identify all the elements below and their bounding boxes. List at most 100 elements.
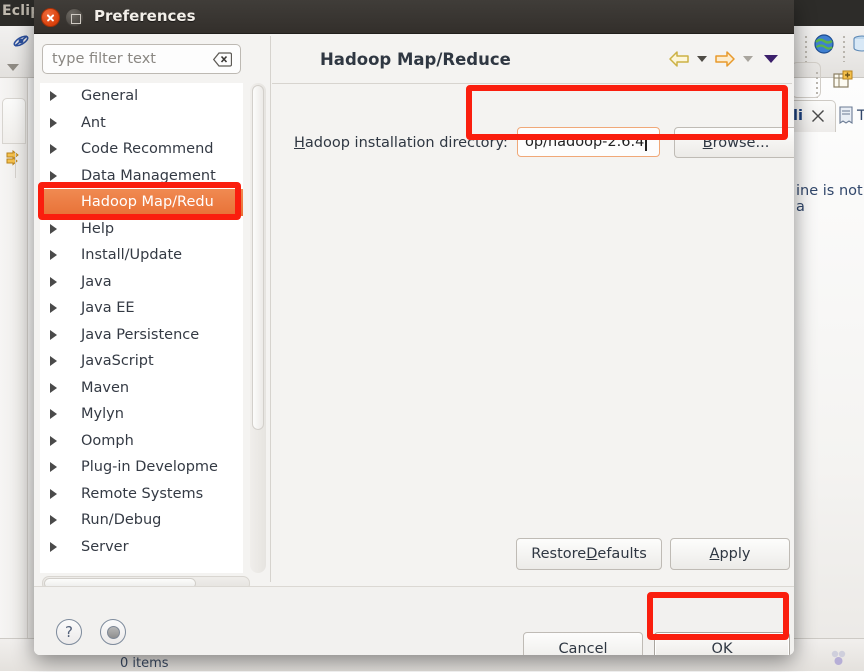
toolbar-dropdown-icon[interactable] <box>7 64 19 71</box>
tree-item-label: Help <box>81 220 115 237</box>
tree-item-remote-systems[interactable]: Remote Systems <box>40 481 243 508</box>
expand-arrow-icon[interactable] <box>50 515 57 526</box>
maximize-icon[interactable] <box>65 8 84 27</box>
hadoop-directory-label: Hadoop installation directory: <box>294 135 508 151</box>
tree-item-hadoop-map-reduce[interactable]: Hadoop Map/Redu <box>40 189 243 216</box>
text-cursor <box>645 133 647 151</box>
browse-button[interactable]: Browse... <box>674 127 794 158</box>
editor-tab2-label: T <box>857 108 864 124</box>
status-item-count: 0 items <box>120 656 169 671</box>
tree-item-label: Mylyn <box>81 406 124 423</box>
filter-input-wrapper[interactable]: type filter text <box>42 44 241 74</box>
tree-item-label: Java Persistence <box>81 326 200 343</box>
preferences-tree[interactable]: General Ant Code Recommend Data Manageme… <box>40 83 243 573</box>
tree-item-maven[interactable]: Maven <box>40 375 243 402</box>
tree-item-label: Java <box>81 273 112 290</box>
tree-item-ant[interactable]: Ant <box>40 110 243 137</box>
page-menu-chevron-down-icon[interactable] <box>758 46 784 72</box>
expand-arrow-icon <box>50 197 57 207</box>
preferences-tree-pane: type filter text General Ant Code Recomm… <box>36 36 266 591</box>
expand-arrow-icon[interactable] <box>50 303 57 314</box>
hadoop-directory-input[interactable]: op/hadoop-2.6.4 <box>517 127 660 157</box>
run-icon[interactable] <box>4 148 24 172</box>
back-arrow-icon[interactable] <box>666 46 692 72</box>
expand-arrow-icon[interactable] <box>50 488 57 499</box>
forward-history-chevron-down-icon[interactable] <box>738 46 758 72</box>
expand-arrow-icon[interactable] <box>50 356 57 367</box>
clear-filter-icon[interactable] <box>212 52 233 67</box>
tree-item-server[interactable]: Server <box>40 534 243 561</box>
tree-item-java-ee[interactable]: Java EE <box>40 295 243 322</box>
toolbar-separator <box>805 36 807 62</box>
tree-item-plug-in-development[interactable]: Plug-in Developme <box>40 454 243 481</box>
editor-content-text: ine is not a <box>796 183 863 215</box>
tree-item-label: Server <box>81 538 129 555</box>
tree-item-code-recommend[interactable]: Code Recommend <box>40 136 243 163</box>
tree-item-label: JavaScript <box>81 353 154 370</box>
tree-item-label: Run/Debug <box>81 512 162 529</box>
tree-item-install-update[interactable]: Install/Update <box>40 242 243 269</box>
close-icon[interactable] <box>810 108 826 128</box>
tree-item-java[interactable]: Java <box>40 269 243 296</box>
expand-arrow-icon[interactable] <box>50 117 57 128</box>
filter-placeholder: type filter text <box>52 51 156 67</box>
tree-item-run-debug[interactable]: Run/Debug <box>40 507 243 534</box>
new-table-icon[interactable] <box>832 70 854 96</box>
page-navigation-controls <box>666 46 784 72</box>
record-icon[interactable] <box>100 619 126 645</box>
editor-tab-label: li <box>793 108 803 124</box>
tree-item-label: Oomph <box>81 432 134 449</box>
toolbar-group-box <box>791 62 821 98</box>
back-history-chevron-down-icon[interactable] <box>692 46 712 72</box>
tree-item-java-persistence[interactable]: Java Persistence <box>40 322 243 349</box>
tree-item-general[interactable]: General <box>40 83 243 110</box>
expand-arrow-icon[interactable] <box>50 250 57 261</box>
debug-icon[interactable] <box>12 32 30 54</box>
restore-defaults-button[interactable]: Restore Defaults <box>516 538 662 570</box>
tree-item-label: Maven <box>81 379 130 396</box>
expand-arrow-icon[interactable] <box>50 276 57 287</box>
database-icon[interactable] <box>851 33 864 59</box>
tree-item-help[interactable]: Help <box>40 216 243 243</box>
toolbar-separator-2 <box>843 36 845 62</box>
expand-arrow-icon[interactable] <box>50 223 57 234</box>
tree-item-data-management[interactable]: Data Management <box>40 163 243 190</box>
cancel-button[interactable]: Cancel <box>523 632 643 655</box>
apply-button[interactable]: Apply <box>670 538 790 570</box>
expand-arrow-icon[interactable] <box>50 541 57 552</box>
globe-icon[interactable] <box>813 33 835 59</box>
tree-item-label: Remote Systems <box>81 485 204 502</box>
expand-arrow-icon[interactable] <box>50 329 57 340</box>
dialog-footer: ? Cancel OK <box>34 587 794 655</box>
document-icon[interactable] <box>838 106 854 128</box>
expand-arrow-icon[interactable] <box>50 409 57 420</box>
dialog-title-bar: Preferences <box>34 0 794 34</box>
tree-item-label: Hadoop Map/Redu <box>81 194 214 211</box>
tree-item-label: Ant <box>81 114 106 131</box>
expand-arrow-icon[interactable] <box>50 91 57 102</box>
tree-item-oomph[interactable]: Oomph <box>40 428 243 455</box>
tree-item-label: Code Recommend <box>81 141 214 158</box>
forward-arrow-icon[interactable] <box>712 46 738 72</box>
expand-arrow-icon[interactable] <box>50 170 57 181</box>
preference-page-pane: Hadoop Map/Reduce Hadoop installation di… <box>244 36 794 584</box>
preference-page-content: Hadoop installation directory: op/hadoop… <box>272 84 794 536</box>
eclipse-perspective-tab[interactable] <box>2 98 26 144</box>
expand-arrow-icon[interactable] <box>50 144 57 155</box>
ok-button[interactable]: OK <box>654 632 790 655</box>
tree-item-mylyn[interactable]: Mylyn <box>40 401 243 428</box>
tree-item-javascript[interactable]: JavaScript <box>40 348 243 375</box>
tree-item-label: Java EE <box>81 300 135 317</box>
tree-item-label: Data Management <box>81 167 216 184</box>
hadoop-directory-value: op/hadoop-2.6.4 <box>525 134 645 150</box>
page-title: Hadoop Map/Reduce <box>320 50 511 69</box>
tree-item-label: General <box>81 88 139 105</box>
close-icon[interactable] <box>41 8 60 27</box>
question-mark-icon[interactable]: ? <box>56 619 82 645</box>
status-people-icon <box>828 648 850 672</box>
expand-arrow-icon[interactable] <box>50 382 57 393</box>
expand-arrow-icon[interactable] <box>50 435 57 446</box>
preferences-dialog: Preferences type filter text General Ant… <box>34 0 794 655</box>
preference-page-header: Hadoop Map/Reduce <box>272 36 792 84</box>
expand-arrow-icon[interactable] <box>50 462 57 473</box>
